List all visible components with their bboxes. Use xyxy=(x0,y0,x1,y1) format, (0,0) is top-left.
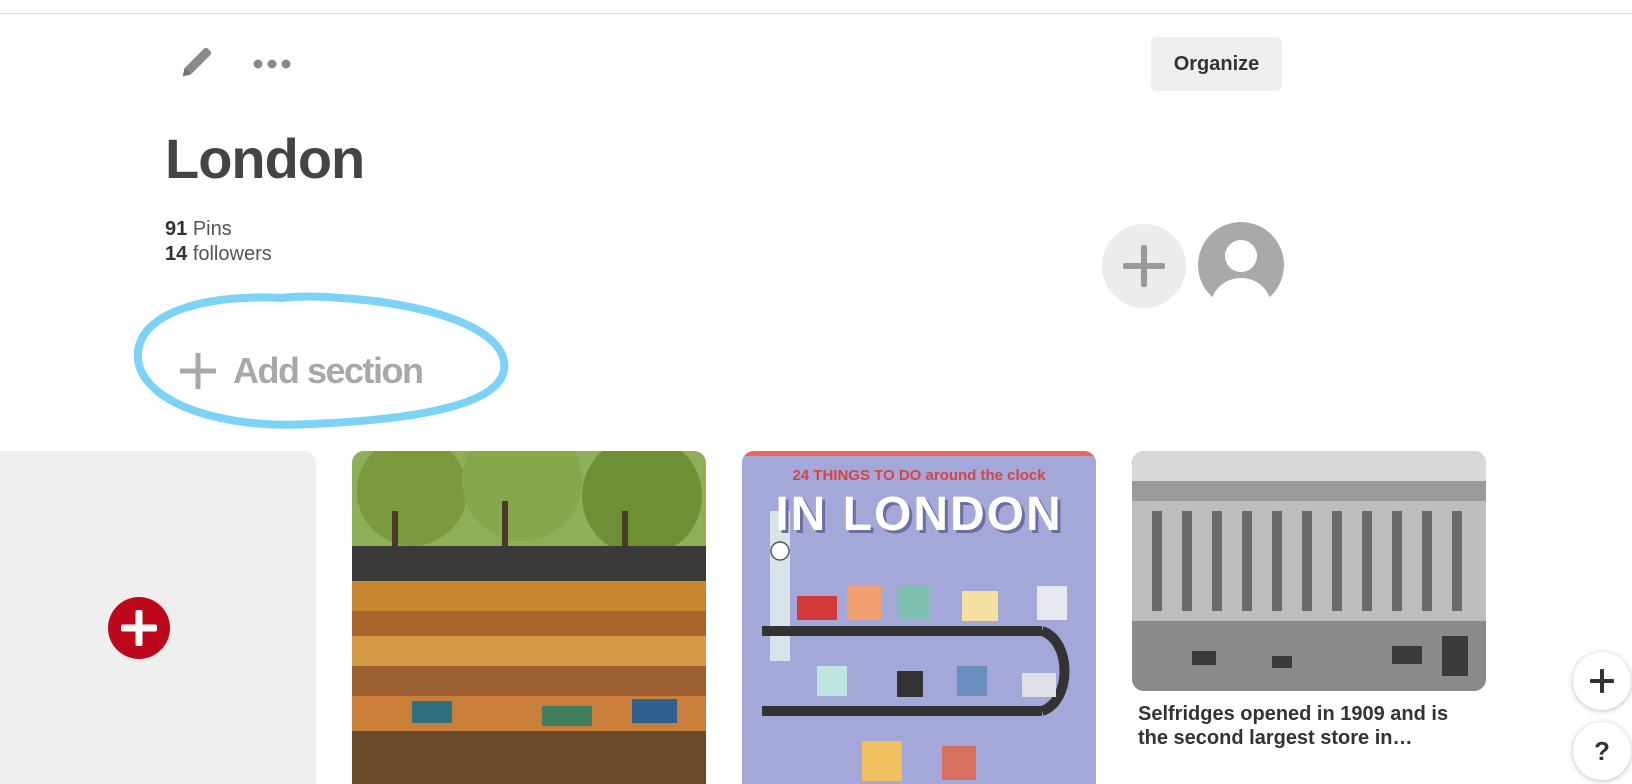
organize-button[interactable]: Organize xyxy=(1151,37,1282,91)
add-section-label: Add section xyxy=(233,350,424,391)
infographic-title: IN LONDON xyxy=(775,488,1063,541)
pins-count-line[interactable]: 91 Pins xyxy=(165,217,272,242)
add-section-button[interactable]: Add section xyxy=(177,346,424,396)
edit-board-button[interactable] xyxy=(178,43,216,81)
pin-card-book-market[interactable] xyxy=(352,451,706,784)
followers-count: 14 xyxy=(165,243,188,265)
board-stats: 91 Pins 14 followers xyxy=(165,217,272,267)
plus-icon xyxy=(1123,245,1165,287)
owner-avatar[interactable] xyxy=(1198,222,1284,308)
plus-icon xyxy=(180,353,216,389)
board-title: London xyxy=(165,127,365,190)
pin-card-london-infographic[interactable]: 24 THINGS TO DO around the clock IN LOND… xyxy=(742,451,1096,784)
pin-card-selfridges[interactable] xyxy=(1132,451,1486,691)
pin-description: Selfridges opened in 1909 and is the sec… xyxy=(1138,703,1449,749)
user-avatar-icon xyxy=(1211,240,1271,308)
pins-count: 91 xyxy=(165,218,188,240)
more-options-button[interactable] xyxy=(250,50,294,78)
help-button[interactable]: ? xyxy=(1573,722,1631,780)
ellipsis-icon xyxy=(253,59,291,69)
pins-label: Pins xyxy=(192,218,232,240)
infographic-heading: 24 THINGS TO DO around the clock xyxy=(792,467,1046,484)
top-divider xyxy=(0,13,1632,14)
pin-image-selfridges xyxy=(1132,451,1486,691)
plus-icon xyxy=(1590,669,1614,693)
pencil-icon xyxy=(182,47,212,77)
floating-add-button[interactable] xyxy=(1573,652,1631,710)
plus-icon xyxy=(121,610,157,646)
followers-label: followers xyxy=(192,243,272,265)
create-pin-button[interactable] xyxy=(108,597,170,659)
followers-count-line[interactable]: 14 followers xyxy=(165,242,272,267)
pin-image-book-market xyxy=(352,451,706,784)
add-collaborator-button[interactable] xyxy=(1102,224,1186,308)
